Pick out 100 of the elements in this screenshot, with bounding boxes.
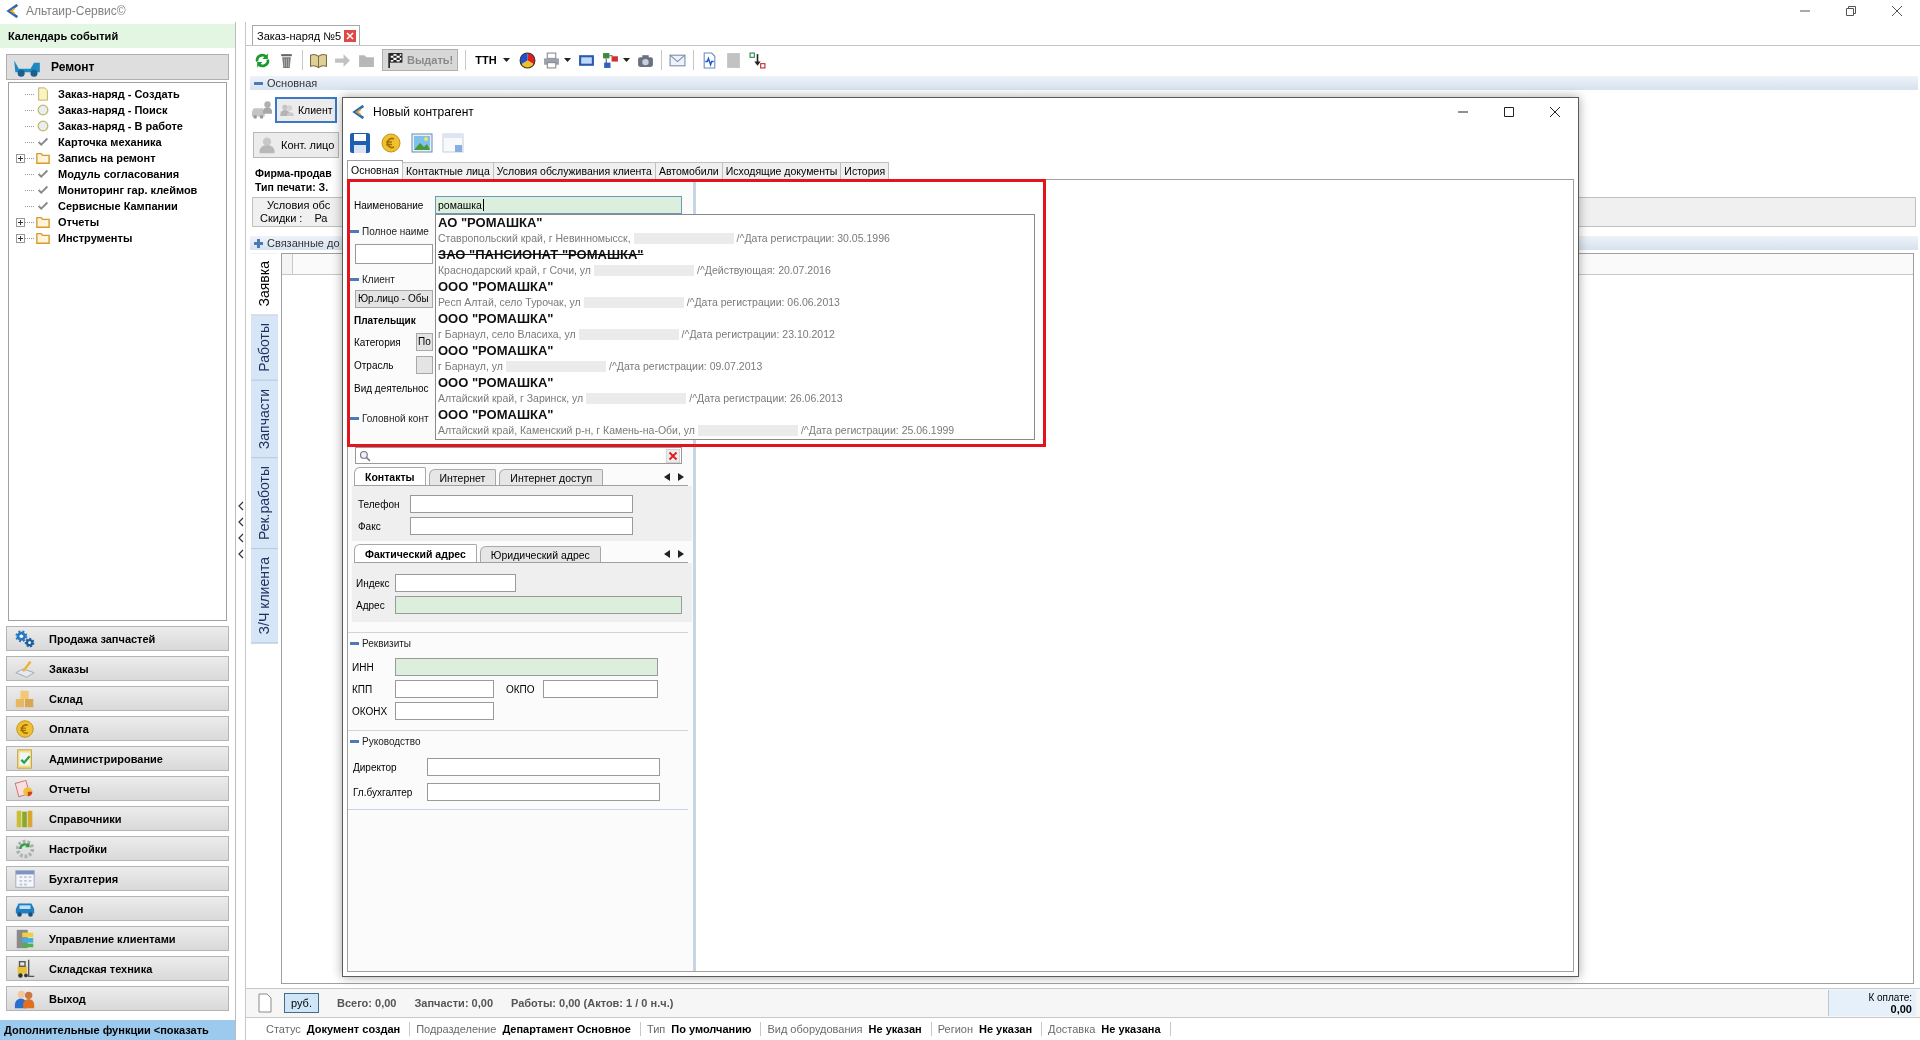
input-field[interactable] [355,244,433,264]
input-field[interactable] [395,658,658,676]
module-button[interactable]: Складская техника [6,956,229,981]
module-button[interactable]: Заказы [6,656,229,681]
trash-icon[interactable] [278,51,295,69]
arrow-left-icon[interactable] [664,472,670,481]
minus-icon[interactable] [350,639,359,648]
side-tab[interactable]: Заявка [251,253,278,316]
group-button[interactable]: Ремонт [6,54,229,80]
tree-item[interactable]: Сервисные Кампании [58,200,178,212]
input-field[interactable] [395,702,494,720]
arrow-right-icon[interactable] [678,472,684,481]
module-button[interactable]: Отчеты [6,776,229,801]
transfer-icon[interactable] [748,51,766,69]
tab[interactable]: Юридический адрес [479,546,601,562]
tab[interactable]: Автомобили [654,162,723,179]
coin-icon[interactable] [379,131,403,155]
tree-item[interactable]: Заказ-наряд - Создать [58,88,180,100]
tree-item[interactable]: Инструменты [58,232,133,244]
suggestion-title[interactable]: ООО "РОМАШКА" [438,343,554,359]
tab[interactable]: Исходящие документы [721,162,842,179]
module-button[interactable]: Оплата [6,716,229,741]
module-button[interactable]: Управление клиентами [6,926,229,951]
tree-item[interactable]: Запись на ремонт [58,152,156,164]
print-type-label: Тип печати: З. [255,180,329,194]
close-icon[interactable] [344,29,357,42]
save-icon[interactable] [348,131,372,155]
picture-icon[interactable] [410,131,434,155]
module-button[interactable]: Бухгалтерия [6,866,229,891]
combo-box[interactable]: По [416,333,433,351]
input-field[interactable] [427,783,660,801]
type-combo[interactable]: Юр.лицо - Обы [355,290,433,308]
input-field[interactable] [410,517,633,535]
menu-button[interactable]: ТТН [473,49,512,71]
more-functions-bar[interactable]: Дополнительные функции <показать [0,1020,235,1040]
tree-item[interactable]: Заказ-наряд - В работе [58,120,183,132]
window-icon[interactable] [441,131,465,155]
side-tab[interactable]: Работы [251,315,278,382]
search-field[interactable] [355,447,682,464]
tab[interactable]: Контакты [354,467,426,485]
module-button[interactable]: Настройки [6,836,229,861]
suggestion-title[interactable]: ООО "РОМАШКА" [438,279,554,295]
events-header[interactable]: Календарь событий [0,24,235,48]
status-value: По умолчанию [671,1022,752,1036]
side-tab[interactable]: З/Ч клиента [251,549,278,644]
suggestion-note: /^Дата регистрации: 09.07.2013 [608,359,763,374]
suggestion-title[interactable]: ЗАО "ПАНСИОНАТ "РОМАШКА" [438,247,644,263]
tab[interactable]: Контактные лица [401,162,494,179]
tab[interactable]: Основная [347,160,403,179]
caret-icon[interactable] [622,58,630,62]
chevrons-icon[interactable] [237,501,244,561]
color-wheel-icon[interactable] [518,51,536,69]
refresh-icon[interactable] [254,51,271,69]
suggestion-address: г Барнаул, село Власиха, ул [438,327,576,342]
plus-box-icon[interactable] [16,153,25,163]
network-icon[interactable] [601,51,619,69]
caret-icon[interactable] [563,58,571,62]
input-field[interactable] [427,758,660,776]
document-tab[interactable]: Заказ-наряд №5 [252,25,361,45]
clear-icon[interactable] [666,448,680,463]
input-field[interactable] [543,680,658,698]
module-button[interactable]: Склад [6,686,229,711]
contact-button[interactable]: Конт. лицо [253,132,340,158]
input-field[interactable] [395,574,516,592]
tree-item[interactable]: Отчеты [58,216,100,228]
tree-item[interactable]: Мониторинг гар. клеймов [58,184,198,196]
side-tab[interactable]: Рек.работы [251,458,278,550]
suggestion-title[interactable]: ООО "РОМАШКА" [438,407,554,423]
tab[interactable]: Условия обслуживания клиента [492,162,656,179]
module-button[interactable]: Справочники [6,806,229,831]
tab[interactable]: История [840,162,890,179]
module-button[interactable]: Салон [6,896,229,921]
module-button[interactable]: Продажа запчастей [6,626,229,651]
tab[interactable]: Фактический адрес [354,544,477,562]
name-input[interactable]: ромашка [435,196,682,214]
plus-box-icon[interactable] [16,233,25,243]
minus-icon[interactable] [350,737,359,746]
status-label: Доставка [1048,1022,1096,1036]
side-tab[interactable]: Запчасти [251,381,278,459]
tab[interactable]: Интернет [428,469,497,485]
tree-item[interactable]: Карточка механика [58,136,162,148]
client-button[interactable]: Клиент [275,97,337,123]
tab[interactable]: Интернет доступ [499,469,604,485]
tree-item[interactable]: Модуль согласования [58,168,180,180]
plus-box-icon[interactable] [16,217,25,227]
plus-icon[interactable] [254,238,263,248]
suggestion-title[interactable]: АО "РОМАШКА" [438,215,543,231]
suggestion-title[interactable]: ООО "РОМАШКА" [438,375,554,391]
currency-button[interactable]: руб. [284,993,319,1013]
tree-item[interactable]: Заказ-наряд - Поиск [58,104,168,116]
input-field[interactable] [395,680,494,698]
suggestion-title[interactable]: ООО "РОМАШКА" [438,311,554,327]
module-button[interactable]: Администрирование [6,746,229,771]
input-field[interactable] [410,495,633,513]
arrow-left-icon[interactable] [664,549,670,558]
module-button[interactable]: Выход [6,986,229,1011]
arrow-right-icon[interactable] [678,549,684,558]
input-field[interactable] [395,596,682,614]
book-icon[interactable] [310,51,327,69]
field-label: Факс [358,520,381,532]
